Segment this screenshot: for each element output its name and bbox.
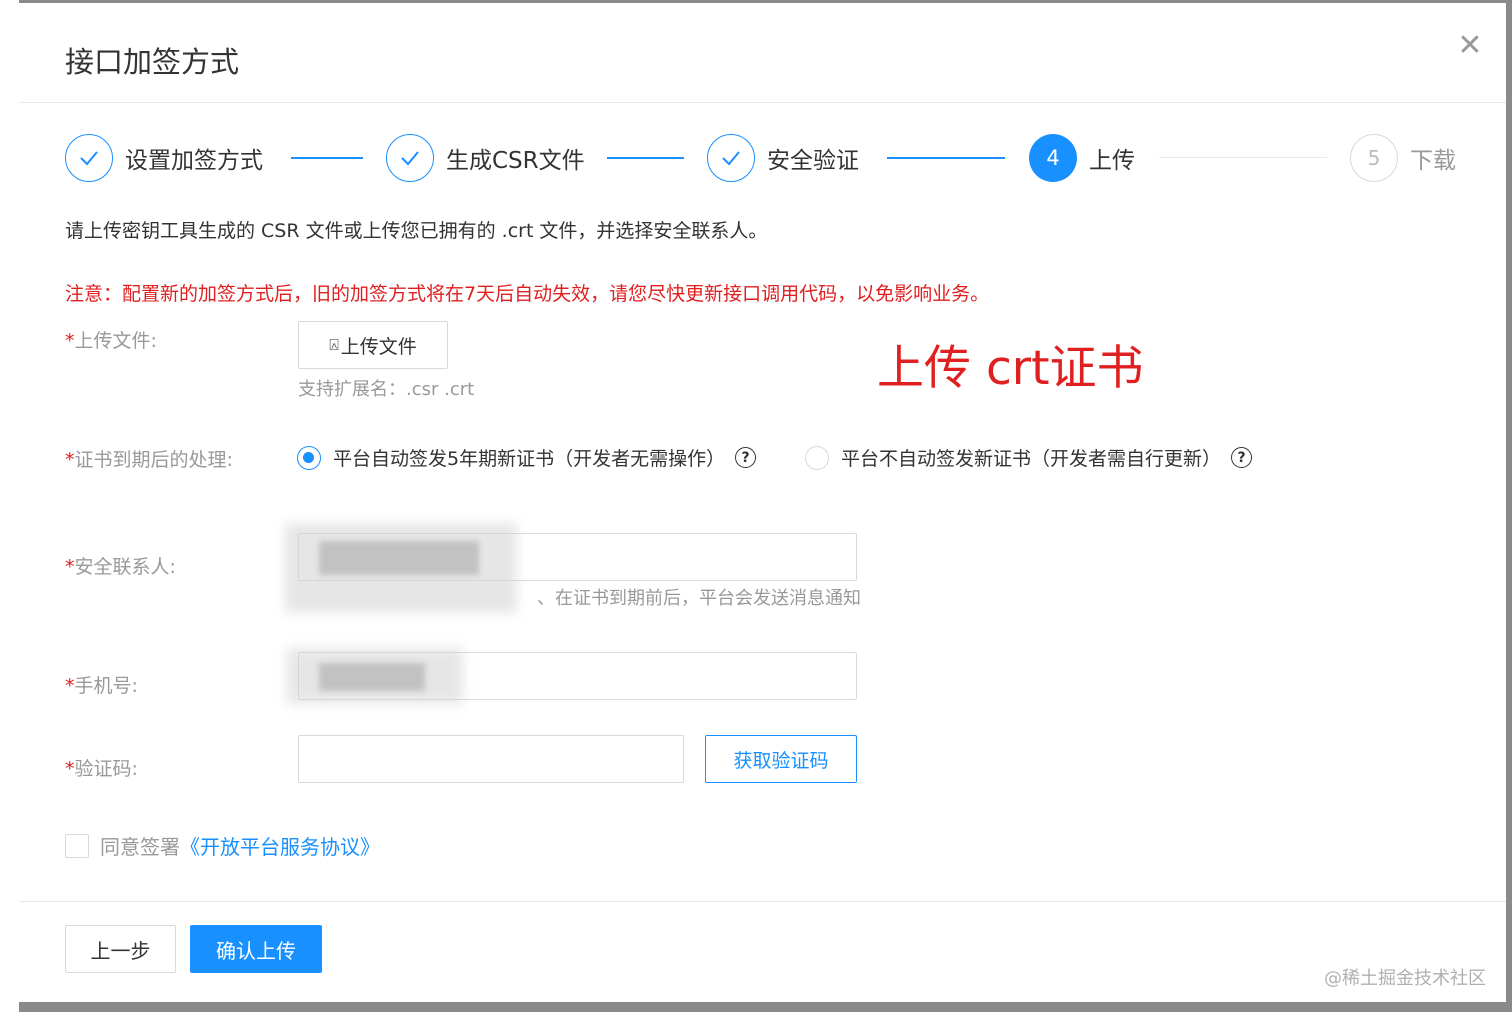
agreement-link[interactable]: 《开放平台服务协议》 [180,831,380,860]
agreement-text: 同意签署 [100,835,180,859]
radio-label: 平台不自动签发新证书（开发者需自行更新） [841,448,1222,470]
intro-text: 请上传密钥工具生成的 CSR 文件或上传您已拥有的 .crt 文件，并选择安全联… [65,220,768,242]
step-label: 安全验证 [767,148,859,174]
steps-bar: 设置加签方式 生成CSR文件 安全验证 4 上传 5 下载 [19,133,1506,189]
step-number: 5 [1350,134,1398,182]
help-icon[interactable]: ? [1231,447,1253,468]
backdrop-right [1506,0,1512,1012]
step-number: 4 [1029,134,1077,182]
annotation-text: 上传 crt证书 [877,341,1144,396]
step-generate-csr: 生成CSR文件 [386,133,585,183]
step-set-method: 设置加签方式 [65,133,263,183]
previous-step-button[interactable]: 上一步 [65,925,176,973]
upload-hint: 支持扩展名：.csr .crt [298,379,475,400]
radio-manual-update[interactable]: 平台不自动签发新证书（开发者需自行更新） ? [805,444,1253,471]
close-icon[interactable]: ✕ [1455,31,1485,61]
upload-label: *上传文件: [65,330,157,352]
upload-file-button[interactable]: ⍓ 上传文件 [298,321,448,369]
phone-label: *手机号: [65,675,138,697]
backdrop-bottom [19,1002,1506,1012]
radio-auto-issue[interactable]: 平台自动签发5年期新证书（开发者无需操作） ? [297,444,757,471]
contact-label: *安全联系人: [65,556,176,578]
signing-method-dialog: 接口加签方式 ✕ 设置加签方式 生成CSR文件 安全验证 4 上传 5 下载 请… [19,3,1506,1002]
header-divider [19,102,1506,103]
redacted-area [319,541,479,575]
step-connector [607,157,684,159]
help-icon[interactable]: ? [735,447,757,468]
confirm-upload-button[interactable]: 确认上传 [190,925,322,973]
check-icon [386,134,434,182]
step-label: 设置加签方式 [125,148,263,174]
step-label: 生成CSR文件 [446,148,585,174]
agreement-row: 同意签署 《开放平台服务协议》 [65,831,380,860]
step-connector [291,157,363,159]
redacted-area [319,663,425,691]
get-code-button[interactable]: 获取验证码 [705,735,857,783]
code-label: *验证码: [65,758,138,780]
step-download: 5 下载 [1350,133,1456,183]
check-icon [707,134,755,182]
expiry-label: *证书到期后的处理: [65,449,233,471]
step-security-verify: 安全验证 [707,133,859,183]
radio-label: 平台自动签发5年期新证书（开发者无需操作） [333,448,726,470]
check-icon [65,134,113,182]
step-label: 下载 [1410,148,1456,174]
notice-text: 注意：配置新的加签方式后，旧的加签方式将在7天后自动失效，请您尽快更新接口调用代… [65,283,990,305]
agreement-checkbox[interactable] [65,833,89,858]
step-connector [1159,157,1327,158]
radio-button[interactable] [297,445,321,470]
watermark: @稀土掘金技术社区 [1324,968,1486,989]
contact-hint: 、在证书到期前后，平台会发送消息通知 [537,588,861,609]
step-label: 上传 [1089,148,1135,174]
step-upload: 4 上传 [1029,133,1135,183]
dialog-title: 接口加签方式 [65,45,240,79]
step-connector [887,157,1005,159]
upload-icon: ⍓ [329,335,339,354]
radio-button[interactable] [805,445,829,470]
verification-code-field[interactable] [298,735,684,783]
footer-divider [19,901,1506,902]
